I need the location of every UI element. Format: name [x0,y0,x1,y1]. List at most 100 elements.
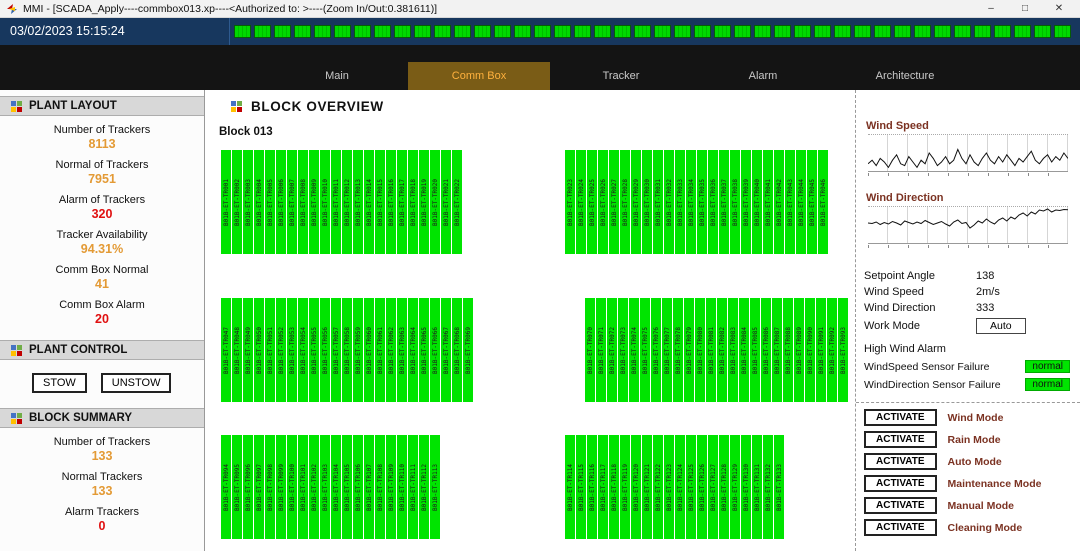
tracker-bar[interactable]: B01B-ET-TR014 [364,150,374,254]
tracker-bar[interactable]: B01B-ET-TR067 [441,298,451,402]
commbox-status-block[interactable] [854,25,871,38]
tab-comm-box[interactable]: Comm Box [408,62,550,90]
work-mode-button[interactable]: Auto [976,318,1026,334]
tracker-bar[interactable]: B01B-ET-TR126 [697,435,707,539]
tracker-bar[interactable]: B01B-ET-TR024 [576,150,586,254]
tracker-bar[interactable]: B01B-ET-TR086 [761,298,771,402]
tracker-bar[interactable]: B01B-ET-TR068 [452,298,462,402]
unstow-button[interactable]: UNSTOW [101,373,172,393]
tracker-bar[interactable]: B01B-ET-TR133 [774,435,784,539]
tracker-bar[interactable]: B01B-ET-TR109 [386,435,396,539]
close-button[interactable]: ✕ [1042,0,1076,17]
tracker-bar[interactable]: B01B-ET-TR045 [807,150,817,254]
tracker-bar[interactable]: B01B-ET-TR015 [375,150,385,254]
tracker-bar[interactable]: B01B-ET-TR078 [673,298,683,402]
commbox-status-block[interactable] [1014,25,1031,38]
tracker-bar[interactable]: B01B-ET-TR018 [408,150,418,254]
tracker-bar[interactable]: B01B-ET-TR081 [706,298,716,402]
tracker-bar[interactable]: B01B-ET-TR043 [785,150,795,254]
tracker-bar[interactable]: B01B-ET-TR057 [331,298,341,402]
tracker-bar[interactable]: B01B-ET-TR044 [796,150,806,254]
tracker-bar[interactable]: B01B-ET-TR019 [419,150,429,254]
tracker-bar[interactable]: B01B-ET-TR089 [794,298,804,402]
activate-auto-mode-button[interactable]: ACTIVATE [864,453,937,470]
tracker-bar[interactable]: B01B-ET-TR120 [631,435,641,539]
tracker-bar[interactable]: B01B-ET-TR036 [708,150,718,254]
tracker-bar[interactable]: B01B-ET-TR102 [309,435,319,539]
commbox-status-block[interactable] [994,25,1011,38]
activate-wind-mode-button[interactable]: ACTIVATE [864,409,937,426]
tracker-bar[interactable]: B01B-ET-TR124 [675,435,685,539]
tracker-bar[interactable]: B01B-ET-TR046 [818,150,828,254]
commbox-status-block[interactable] [334,25,351,38]
tracker-bar[interactable]: B01B-ET-TR031 [653,150,663,254]
tracker-bar[interactable]: B01B-ET-TR030 [642,150,652,254]
tracker-bar[interactable]: B01B-ET-TR011 [331,150,341,254]
tracker-bar[interactable]: B01B-ET-TR096 [243,435,253,539]
tracker-bar[interactable]: B01B-ET-TR076 [651,298,661,402]
tracker-bar[interactable]: B01B-ET-TR006 [276,150,286,254]
activate-maintenance-mode-button[interactable]: ACTIVATE [864,475,937,492]
commbox-status-block[interactable] [314,25,331,38]
tracker-bar[interactable]: B01B-ET-TR071 [596,298,606,402]
commbox-status-block[interactable] [694,25,711,38]
commbox-status-block[interactable] [294,25,311,38]
tracker-bar[interactable]: B01B-ET-TR056 [320,298,330,402]
commbox-status-block[interactable] [1034,25,1051,38]
tracker-bar[interactable]: B01B-ET-TR080 [695,298,705,402]
tracker-bar[interactable]: B01B-ET-TR106 [353,435,363,539]
tracker-bar[interactable]: B01B-ET-TR050 [254,298,264,402]
tracker-bar[interactable]: B01B-ET-TR107 [364,435,374,539]
tracker-bar[interactable]: B01B-ET-TR129 [730,435,740,539]
tracker-bar[interactable]: B01B-ET-TR098 [265,435,275,539]
commbox-status-block[interactable] [474,25,491,38]
commbox-status-block[interactable] [594,25,611,38]
tracker-bar[interactable]: B01B-ET-TR007 [287,150,297,254]
tracker-bar[interactable]: B01B-ET-TR039 [741,150,751,254]
tracker-bar[interactable]: B01B-ET-TR075 [640,298,650,402]
tab-tracker[interactable]: Tracker [550,62,692,90]
commbox-status-block[interactable] [434,25,451,38]
tracker-bar[interactable]: B01B-ET-TR065 [419,298,429,402]
commbox-status-block[interactable] [574,25,591,38]
tracker-bar[interactable]: B01B-ET-TR079 [684,298,694,402]
tracker-bar[interactable]: B01B-ET-TR026 [598,150,608,254]
commbox-status-block[interactable] [654,25,671,38]
commbox-status-block[interactable] [374,25,391,38]
tracker-bar[interactable]: B01B-ET-TR049 [243,298,253,402]
commbox-status-block[interactable] [354,25,371,38]
tracker-bar[interactable]: B01B-ET-TR131 [752,435,762,539]
tracker-bar[interactable]: B01B-ET-TR123 [664,435,674,539]
commbox-status-block[interactable] [534,25,551,38]
commbox-status-block[interactable] [914,25,931,38]
commbox-status-block[interactable] [554,25,571,38]
tracker-bar[interactable]: B01B-ET-TR088 [783,298,793,402]
commbox-status-block[interactable] [974,25,991,38]
tracker-bar[interactable]: B01B-ET-TR038 [730,150,740,254]
tracker-bar[interactable]: B01B-ET-TR051 [265,298,275,402]
tracker-bar[interactable]: B01B-ET-TR037 [719,150,729,254]
tracker-bar[interactable]: B01B-ET-TR041 [763,150,773,254]
tracker-bar[interactable]: B01B-ET-TR020 [430,150,440,254]
tracker-bar[interactable]: B01B-ET-TR042 [774,150,784,254]
tracker-bar[interactable]: B01B-ET-TR092 [827,298,837,402]
tab-main[interactable]: Main [266,62,408,90]
tracker-bar[interactable]: B01B-ET-TR048 [232,298,242,402]
tracker-bar[interactable]: B01B-ET-TR008 [298,150,308,254]
tracker-bar[interactable]: B01B-ET-TR058 [342,298,352,402]
commbox-status-block[interactable] [754,25,771,38]
commbox-status-block[interactable] [394,25,411,38]
tracker-bar[interactable]: B01B-ET-TR052 [276,298,286,402]
tracker-bar[interactable]: B01B-ET-TR028 [620,150,630,254]
tracker-bar[interactable]: B01B-ET-TR070 [585,298,595,402]
tracker-bar[interactable]: B01B-ET-TR112 [419,435,429,539]
tracker-bar[interactable]: B01B-ET-TR091 [816,298,826,402]
tracker-bar[interactable]: B01B-ET-TR040 [752,150,762,254]
tracker-bar[interactable]: B01B-ET-TR127 [708,435,718,539]
commbox-status-block[interactable] [634,25,651,38]
commbox-status-block[interactable] [774,25,791,38]
tracker-bar[interactable]: B01B-ET-TR073 [618,298,628,402]
tracker-bar[interactable]: B01B-ET-TR027 [609,150,619,254]
commbox-status-block[interactable] [274,25,291,38]
commbox-status-block[interactable] [814,25,831,38]
